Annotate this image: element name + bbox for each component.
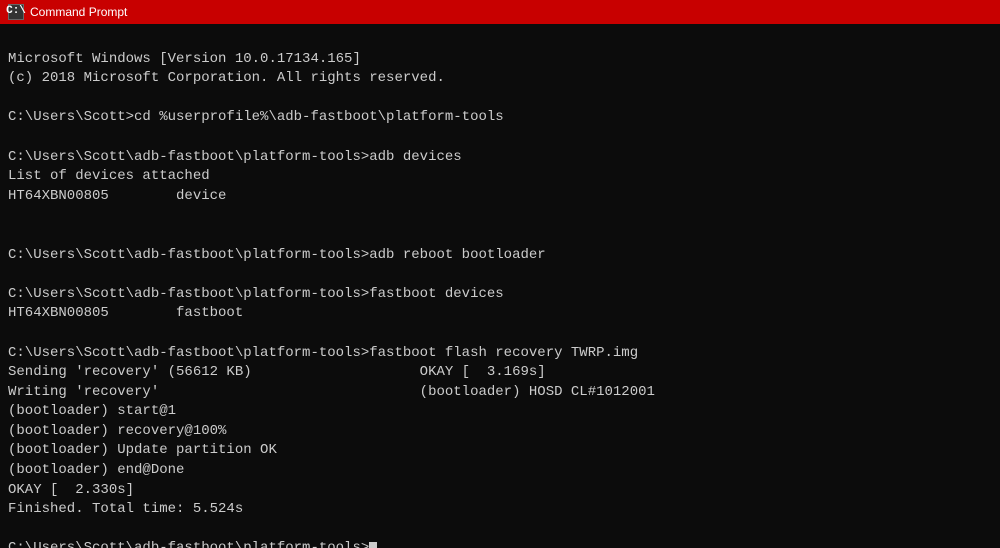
terminal-line: HT64XBN00805 fastboot [8,304,992,324]
title-bar: C:\ Command Prompt [0,0,1000,24]
terminal-line [8,128,992,148]
terminal-line: C:\Users\Scott\adb-fastboot\platform-too… [8,246,992,266]
terminal-line: C:\Users\Scott\adb-fastboot\platform-too… [8,344,992,364]
terminal-line: Sending 'recovery' (56612 KB) OKAY [ 3.1… [8,363,992,383]
window-title: Command Prompt [30,4,127,21]
terminal-line: C:\Users\Scott\adb-fastboot\platform-too… [8,285,992,305]
terminal-line: Microsoft Windows [Version 10.0.17134.16… [8,50,992,70]
terminal-line [8,226,992,246]
terminal-line: Writing 'recovery' (bootloader) HOSD CL#… [8,383,992,403]
terminal-line [8,206,992,226]
terminal-line: OKAY [ 2.330s] [8,481,992,501]
terminal-line: (bootloader) recovery@100% [8,422,992,442]
terminal-line: (c) 2018 Microsoft Corporation. All righ… [8,69,992,89]
terminal-cursor [369,542,377,548]
terminal-body: Microsoft Windows [Version 10.0.17134.16… [0,24,1000,548]
terminal-line: C:\Users\Scott\adb-fastboot\platform-too… [8,148,992,168]
terminal-line [8,324,992,344]
terminal-line: List of devices attached [8,167,992,187]
terminal-line [8,265,992,285]
terminal-line: (bootloader) start@1 [8,402,992,422]
terminal-line [8,520,992,540]
terminal-line: Finished. Total time: 5.524s [8,500,992,520]
terminal-line: HT64XBN00805 device [8,187,992,207]
terminal-line: (bootloader) end@Done [8,461,992,481]
terminal-line: C:\Users\Scott>cd %userprofile%\adb-fast… [8,108,992,128]
terminal-line: C:\Users\Scott\adb-fastboot\platform-too… [8,539,992,548]
terminal-line: (bootloader) Update partition OK [8,441,992,461]
app-icon: C:\ [8,4,24,20]
terminal-line [8,89,992,109]
